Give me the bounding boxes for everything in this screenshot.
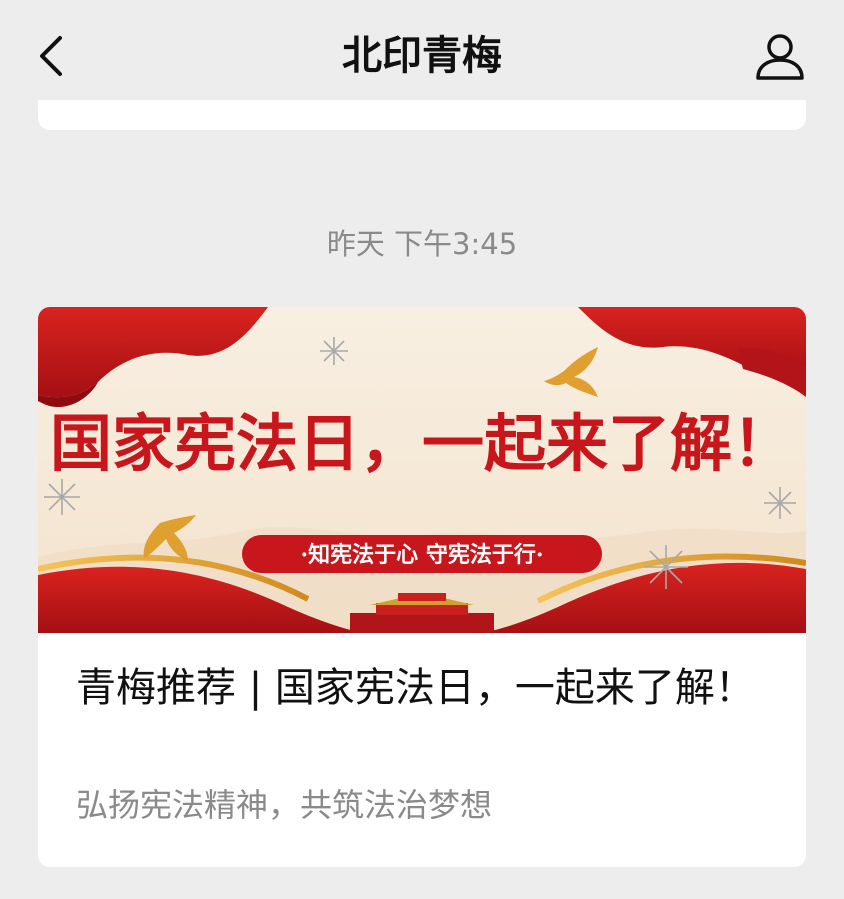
- page-title: 北印青梅: [342, 33, 502, 79]
- article-card[interactable]: 国家宪法日，一起来了解！ ·知宪法于心 守宪法于行· 青梅推荐 | 国家宪法日，…: [38, 307, 806, 867]
- profile-button[interactable]: [754, 30, 806, 82]
- message-timestamp: 昨天 下午3:45: [326, 227, 518, 261]
- banner-slogan: ·知宪法于心 守宪法于行·: [301, 542, 544, 568]
- previous-message-card[interactable]: [38, 100, 806, 130]
- person-icon: [756, 34, 804, 80]
- article-description: 弘扬宪法精神，共筑法治梦想: [76, 786, 493, 824]
- article-banner-image: 国家宪法日，一起来了解！ ·知宪法于心 守宪法于行·: [38, 307, 806, 633]
- banner-headline: 国家宪法日，一起来了解！: [50, 407, 794, 480]
- article-title: 青梅推荐 | 国家宪法日，一起来了解！: [76, 665, 755, 711]
- top-nav-bar: 北印青梅: [0, 0, 844, 112]
